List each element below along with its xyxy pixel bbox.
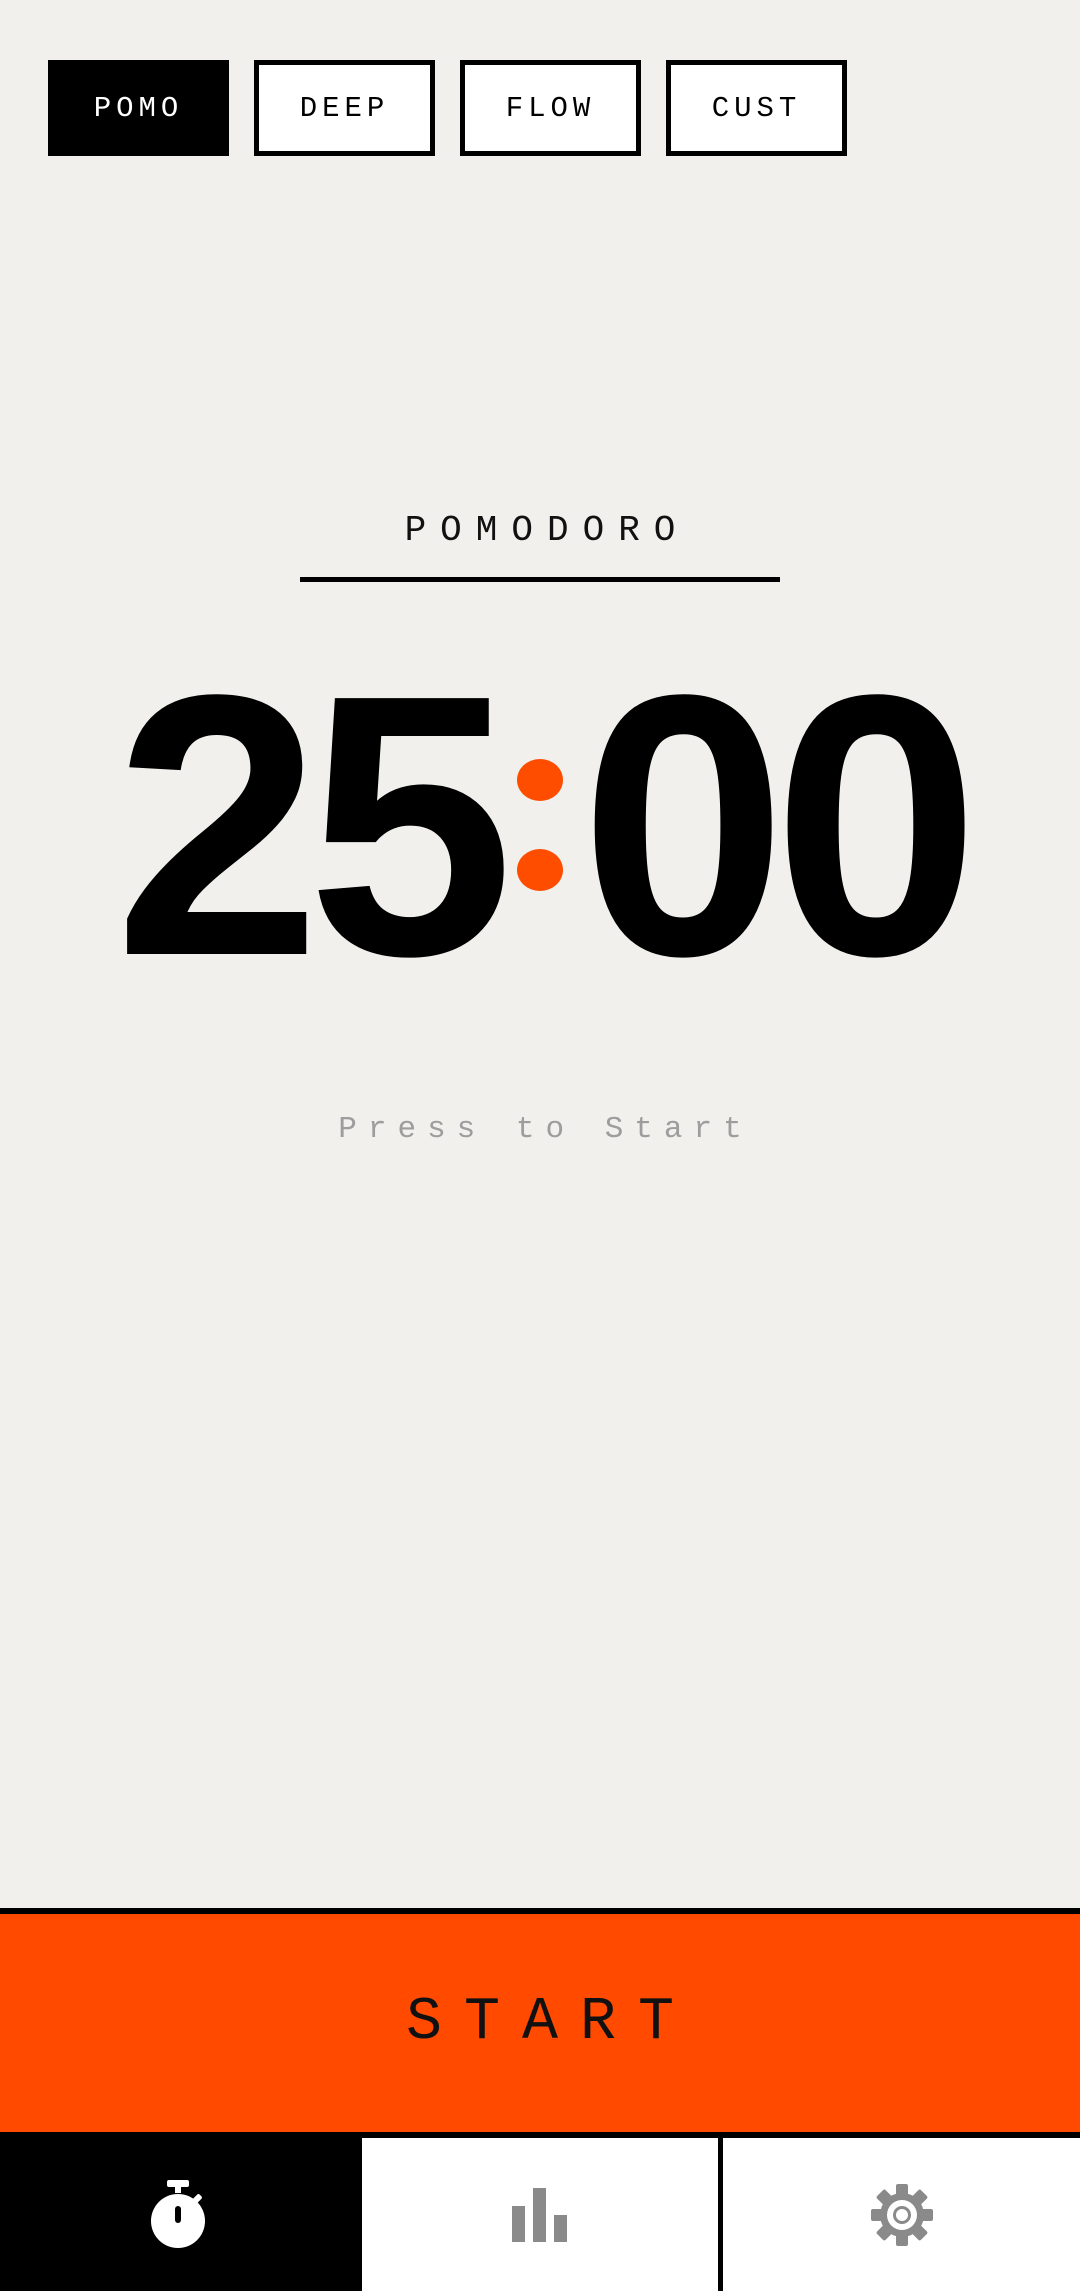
tab-settings[interactable]: [718, 2138, 1080, 2291]
mode-button-deep[interactable]: DEEP: [254, 60, 435, 156]
timer-minutes: 25: [114, 617, 514, 1033]
timer-display[interactable]: 25 00: [0, 639, 1080, 1011]
session-label: POMODORO: [404, 510, 690, 551]
start-hint: Press to Start: [338, 1112, 753, 1147]
mode-button-custom[interactable]: CUST: [666, 60, 847, 156]
mode-selector: POMO DEEP FLOW CUST: [48, 60, 847, 156]
tab-timer[interactable]: [0, 2138, 357, 2291]
bar-chart-icon: [512, 2187, 568, 2242]
bottom-tab-bar: [0, 2138, 1080, 2291]
stopwatch-icon: [147, 2179, 209, 2250]
mode-button-flow[interactable]: FLOW: [460, 60, 641, 156]
colon-dot-bottom: [517, 849, 563, 891]
tab-stats[interactable]: [356, 2138, 719, 2291]
session-underline: [300, 577, 780, 582]
timer-colon: [504, 655, 576, 995]
mode-button-pomo[interactable]: POMO: [48, 60, 229, 156]
timer-seconds: 00: [580, 617, 980, 1033]
colon-dot-top: [517, 759, 563, 801]
start-button[interactable]: START: [0, 1908, 1080, 2138]
gear-icon: [869, 2182, 935, 2248]
